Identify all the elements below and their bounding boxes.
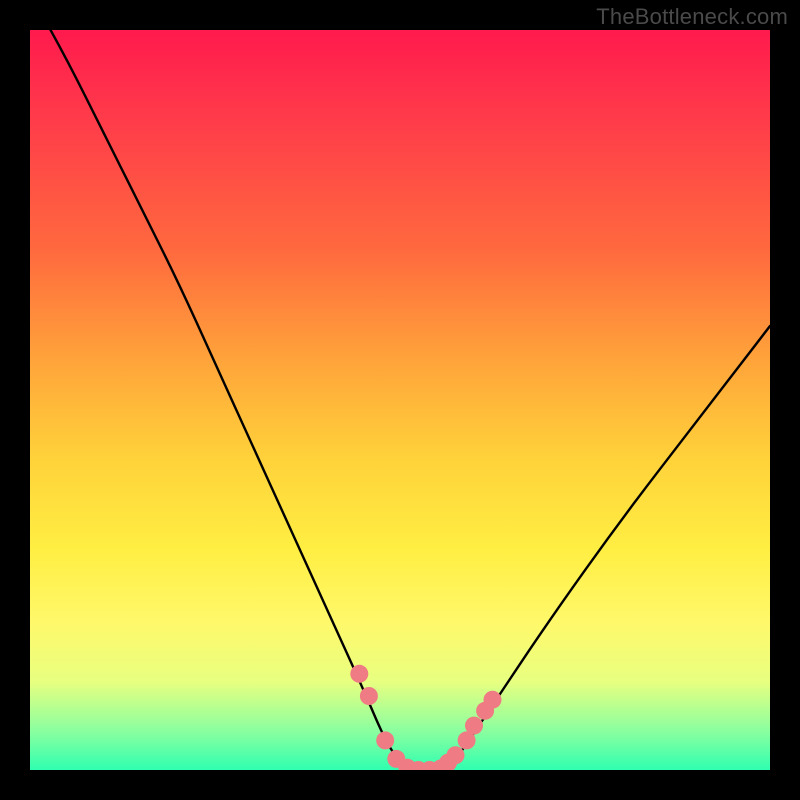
marker-dot xyxy=(360,687,378,705)
marker-dot xyxy=(376,731,394,749)
chart-frame: TheBottleneck.com xyxy=(0,0,800,800)
marker-dot xyxy=(484,691,502,709)
marker-dot xyxy=(447,746,465,764)
marker-dot xyxy=(465,717,483,735)
curve-layer xyxy=(30,30,770,770)
plot-area xyxy=(30,30,770,770)
bottleneck-curve xyxy=(30,30,770,770)
watermark-text: TheBottleneck.com xyxy=(596,4,788,30)
marker-group xyxy=(350,665,501,770)
marker-dot xyxy=(350,665,368,683)
